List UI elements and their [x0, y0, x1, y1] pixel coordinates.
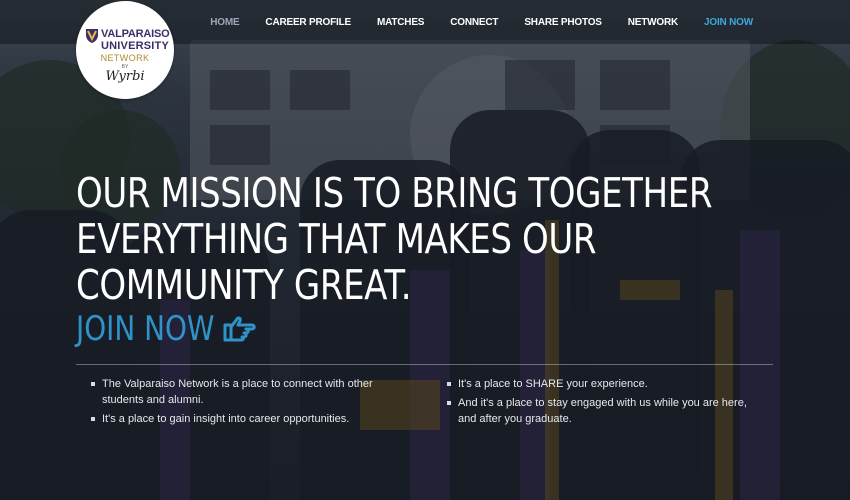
- bullet-list-left: The Valparaiso Network is a place to con…: [88, 376, 408, 430]
- list-item: It's a place to SHARE your experience.: [444, 376, 764, 392]
- shield-icon: [86, 29, 98, 43]
- hero-line-2: EVERYTHING THAT MAKES OUR: [76, 215, 597, 263]
- nav-menu: HOME CAREER PROFILE MATCHES CONNECT SHAR…: [197, 0, 766, 44]
- bullet-list-right: It's a place to SHARE your experience. A…: [444, 376, 764, 430]
- logo-line-network: NETWORK: [100, 53, 150, 63]
- join-now-cta[interactable]: JOIN NOW: [76, 309, 256, 349]
- nav-share-photos[interactable]: SHARE PHOTOS: [511, 17, 614, 28]
- nav-network[interactable]: NETWORK: [615, 17, 691, 28]
- list-item: It's a place to gain insight into career…: [88, 411, 408, 427]
- site-logo[interactable]: VALPARAISO UNIVERSITY NETWORK BY Wyrbi: [76, 1, 174, 99]
- logo-line-university: UNIVERSITY: [101, 40, 170, 52]
- hero-line-3: COMMUNITY GREAT.: [76, 261, 412, 309]
- nav-connect[interactable]: CONNECT: [437, 17, 511, 28]
- nav-home[interactable]: HOME: [197, 17, 252, 28]
- divider: [76, 364, 773, 365]
- pointing-hand-icon: [223, 316, 256, 342]
- logo-wyrbi-signature: Wyrbi: [105, 69, 145, 84]
- list-item: And it's a place to stay engaged with us…: [444, 395, 764, 427]
- nav-join-now[interactable]: JOIN NOW: [691, 17, 766, 28]
- hero-heading: OUR MISSION IS TO BRING TOGETHER EVERYTH…: [76, 170, 776, 308]
- join-now-label: JOIN NOW: [76, 309, 215, 349]
- nav-career-profile[interactable]: CAREER PROFILE: [252, 17, 364, 28]
- logo-line-valparaiso: VALPARAISO: [101, 28, 170, 40]
- nav-matches[interactable]: MATCHES: [364, 17, 437, 28]
- list-item: The Valparaiso Network is a place to con…: [88, 376, 408, 408]
- page: HOME CAREER PROFILE MATCHES CONNECT SHAR…: [0, 0, 850, 500]
- hero-line-1: OUR MISSION IS TO BRING TOGETHER: [76, 169, 713, 217]
